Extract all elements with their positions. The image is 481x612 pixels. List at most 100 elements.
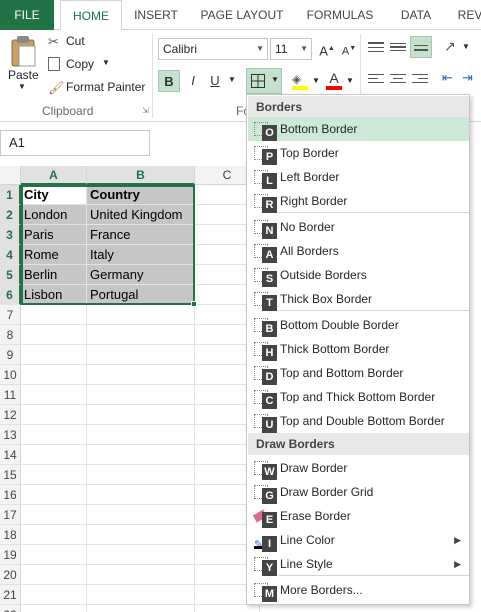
- row-header[interactable]: 16: [0, 485, 21, 505]
- row-header[interactable]: 10: [0, 365, 21, 385]
- empty-cell[interactable]: [21, 385, 87, 405]
- empty-cell[interactable]: [87, 485, 195, 505]
- scissors-icon[interactable]: ✂: [48, 34, 62, 49]
- copy-icon[interactable]: [48, 57, 60, 71]
- empty-cell[interactable]: [87, 405, 195, 425]
- tab-page-layout[interactable]: PAGE LAYOUT: [192, 0, 292, 30]
- empty-cell[interactable]: [87, 325, 195, 345]
- align-left-icon[interactable]: [368, 72, 384, 83]
- empty-cell[interactable]: [21, 365, 87, 385]
- row-header[interactable]: 14: [0, 445, 21, 465]
- tab-review[interactable]: REV: [450, 0, 481, 30]
- row-header[interactable]: 15: [0, 465, 21, 485]
- row-header[interactable]: 22: [0, 605, 21, 612]
- borders-button[interactable]: ▼: [246, 68, 282, 94]
- orientation-icon[interactable]: ↗: [444, 38, 456, 55]
- underline-button[interactable]: U: [204, 70, 226, 92]
- column-header-b[interactable]: B: [87, 166, 195, 185]
- menu-item-right-border[interactable]: R Right Border: [248, 189, 469, 213]
- font-name-combo[interactable]: Calibri ▼: [158, 38, 268, 60]
- menu-item-draw-border-grid[interactable]: ✎GDraw Border Grid: [248, 480, 469, 504]
- empty-cell[interactable]: [87, 565, 195, 585]
- empty-cell[interactable]: [87, 345, 195, 365]
- empty-cell[interactable]: [21, 525, 87, 545]
- menu-item-top-and-double-bottom-border[interactable]: U Top and Double Bottom Border: [248, 409, 469, 433]
- menu-item-line-color[interactable]: ✎ I Line Color ▶: [248, 528, 469, 552]
- row-header[interactable]: 9: [0, 345, 21, 365]
- empty-cell[interactable]: [87, 425, 195, 445]
- copy-dropdown-chevron-icon[interactable]: ▼: [102, 58, 110, 67]
- empty-cell[interactable]: [21, 605, 87, 612]
- cut-button[interactable]: Cut: [66, 34, 85, 48]
- empty-cell[interactable]: [21, 405, 87, 425]
- menu-item-top-and-bottom-border[interactable]: D Top and Bottom Border: [248, 361, 469, 385]
- align-middle-icon[interactable]: [390, 40, 406, 54]
- empty-cell[interactable]: [21, 425, 87, 445]
- row-header[interactable]: 7: [0, 305, 21, 325]
- empty-cell[interactable]: [87, 365, 195, 385]
- empty-cell[interactable]: [87, 465, 195, 485]
- font-color-icon[interactable]: A: [326, 70, 342, 90]
- row-header[interactable]: 20: [0, 565, 21, 585]
- empty-cell[interactable]: [21, 445, 87, 465]
- font-name-chevron-icon[interactable]: ▼: [256, 39, 264, 59]
- row-header[interactable]: 13: [0, 425, 21, 445]
- empty-cell[interactable]: [21, 585, 87, 605]
- menu-item-bottom-double-border[interactable]: B Bottom Double Border: [248, 313, 469, 337]
- row-header[interactable]: 12: [0, 405, 21, 425]
- align-top-icon[interactable]: [368, 40, 384, 54]
- empty-cell[interactable]: [87, 585, 195, 605]
- increase-font-size-icon[interactable]: A▲: [316, 38, 338, 60]
- clipboard-dialog-launcher-icon[interactable]: ⇲: [142, 106, 149, 115]
- decrease-font-size-icon[interactable]: A▼: [338, 38, 360, 60]
- row-header[interactable]: 21: [0, 585, 21, 605]
- tab-insert[interactable]: INSERT: [124, 0, 188, 30]
- align-center-icon[interactable]: [390, 72, 406, 83]
- empty-cell[interactable]: [195, 605, 260, 612]
- empty-cell[interactable]: [87, 385, 195, 405]
- empty-cell[interactable]: [21, 485, 87, 505]
- clipboard-paste-icon[interactable]: [6, 34, 40, 70]
- empty-cell[interactable]: [21, 505, 87, 525]
- paste-dropdown-chevron-icon[interactable]: ▼: [18, 82, 26, 91]
- row-header[interactable]: 6: [0, 285, 21, 305]
- table-cell[interactable]: Germany: [87, 265, 195, 285]
- fill-color-icon[interactable]: ◈: [292, 72, 308, 90]
- font-size-combo[interactable]: 11 ▼: [270, 38, 312, 60]
- column-header-a[interactable]: A: [21, 166, 87, 185]
- italic-button[interactable]: I: [182, 70, 204, 92]
- table-cell[interactable]: Lisbon: [21, 285, 87, 305]
- menu-item-left-border[interactable]: L Left Border: [248, 165, 469, 189]
- table-cell[interactable]: Italy: [87, 245, 195, 265]
- underline-chevron-icon[interactable]: ▼: [228, 75, 236, 84]
- row-header[interactable]: 4: [0, 245, 21, 265]
- menu-item-top-and-thick-bottom-border[interactable]: C Top and Thick Bottom Border: [248, 385, 469, 409]
- empty-cell[interactable]: [21, 305, 87, 325]
- menu-item-draw-border[interactable]: ✎WDraw Border: [248, 456, 469, 480]
- table-cell[interactable]: Paris: [21, 225, 87, 245]
- table-cell[interactable]: London: [21, 205, 87, 225]
- empty-cell[interactable]: [87, 445, 195, 465]
- menu-item-thick-box-border[interactable]: T Thick Box Border: [248, 287, 469, 311]
- empty-cell[interactable]: [21, 565, 87, 585]
- row-header[interactable]: 5: [0, 265, 21, 285]
- copy-button[interactable]: Copy: [66, 57, 94, 71]
- name-box[interactable]: A1: [0, 130, 150, 156]
- menu-item-bottom-border[interactable]: O Bottom Border: [248, 117, 469, 141]
- table-cell[interactable]: Rome: [21, 245, 87, 265]
- menu-item-more-borders[interactable]: M More Borders...: [248, 578, 469, 602]
- table-cell[interactable]: Portugal: [87, 285, 195, 305]
- empty-cell[interactable]: [21, 345, 87, 365]
- empty-cell[interactable]: [87, 305, 195, 325]
- menu-item-thick-bottom-border[interactable]: H Thick Bottom Border: [248, 337, 469, 361]
- select-all-corner[interactable]: [0, 166, 21, 185]
- row-header[interactable]: 8: [0, 325, 21, 345]
- menu-item-top-border[interactable]: P Top Border: [248, 141, 469, 165]
- table-cell[interactable]: France: [87, 225, 195, 245]
- tab-file[interactable]: FILE: [0, 0, 54, 30]
- orientation-chevron-icon[interactable]: ▼: [462, 42, 470, 51]
- empty-cell[interactable]: [21, 325, 87, 345]
- table-cell[interactable]: United Kingdom: [87, 205, 195, 225]
- menu-item-no-border[interactable]: N No Border: [248, 215, 469, 239]
- row-header[interactable]: 11: [0, 385, 21, 405]
